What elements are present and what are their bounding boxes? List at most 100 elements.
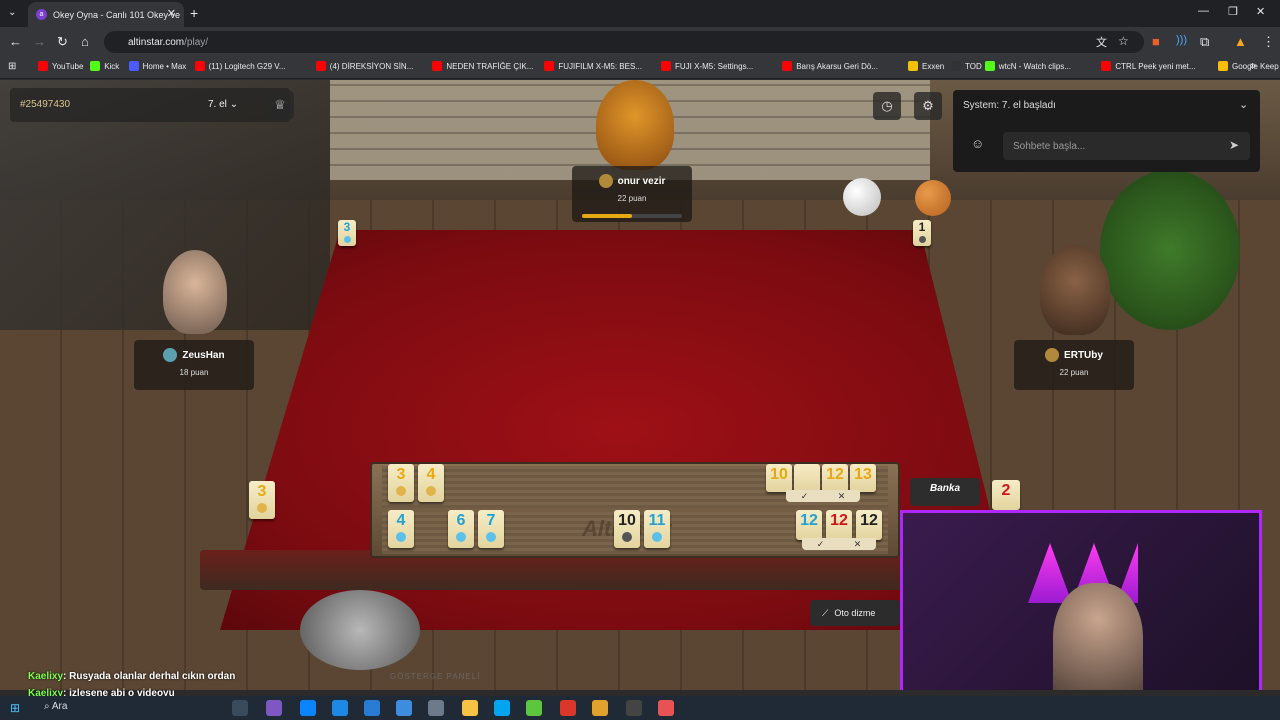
rack-tile[interactable]: 4 xyxy=(388,510,414,548)
reload-icon[interactable]: ↻ xyxy=(57,34,68,50)
settings-gear-icon[interactable]: ⚙ xyxy=(914,92,942,120)
app-icon[interactable] xyxy=(658,700,674,716)
bookmark-star-icon[interactable]: ☆ xyxy=(1118,34,1129,48)
bookmark-favicon-icon xyxy=(908,61,918,71)
profile-icon[interactable]: ▲ xyxy=(1234,34,1247,49)
rack-tile[interactable]: 10 xyxy=(614,510,640,548)
rack-tile[interactable]: 4 xyxy=(418,464,444,502)
avatar-right-player xyxy=(1040,245,1110,335)
discard-tile-top-left[interactable]: 3 xyxy=(338,220,356,246)
bottom-panel-label[interactable]: GÖSTERGE PANELİ xyxy=(390,672,480,681)
rack-tile[interactable]: 12 xyxy=(826,510,852,540)
player-card-left[interactable]: ZeusHan 18 puan xyxy=(134,340,254,390)
basketball-decoration xyxy=(915,180,951,216)
back-icon[interactable]: ← xyxy=(9,34,22,49)
bookmark-item[interactable]: Google Keep xyxy=(1218,61,1279,71)
more-bookmarks-icon[interactable]: » xyxy=(1250,60,1256,72)
restore-icon[interactable]: ❐ xyxy=(1228,5,1238,18)
bookmark-item[interactable]: YouTube xyxy=(38,61,83,71)
chat-collapse-icon[interactable]: ⌄ xyxy=(1239,98,1248,111)
tile-number: 11 xyxy=(648,512,666,529)
rack-tile[interactable]: 3 xyxy=(388,464,414,502)
bookmark-item[interactable]: Exxen xyxy=(908,61,944,71)
audio-extension-icon[interactable]: ))) xyxy=(1176,34,1187,46)
file-explorer-icon[interactable] xyxy=(462,700,478,716)
apps-grid-icon[interactable]: ⊞ xyxy=(8,61,16,72)
rack-tile-joker[interactable] xyxy=(794,464,820,492)
checkmark-icon[interactable]: ✓ xyxy=(801,491,809,502)
app-icon[interactable] xyxy=(428,700,444,716)
chrome-icon[interactable] xyxy=(592,700,608,716)
football-decoration xyxy=(843,178,881,216)
translate-icon[interactable]: 文 xyxy=(1096,34,1107,50)
emoji-icon[interactable]: ☺ xyxy=(971,136,984,151)
tile-number: 10 xyxy=(618,512,636,529)
tile-number: 3 xyxy=(257,483,267,500)
tab-list-icon[interactable]: ⌄ xyxy=(8,7,16,18)
bookmark-item[interactable]: wtcN - Watch clips... xyxy=(984,61,1071,71)
extensions-puzzle-icon[interactable]: ⧉ xyxy=(1200,34,1209,50)
timer-icon[interactable]: ◷ xyxy=(873,92,901,120)
bookmark-item[interactable]: CTRL Peek yeni met... xyxy=(1101,61,1196,71)
group-confirm-bar: ✓ ✕ xyxy=(786,490,860,502)
tile-number: 4 xyxy=(396,512,406,529)
minimize-icon[interactable]: — xyxy=(1198,5,1209,17)
send-icon[interactable]: ➤ xyxy=(1229,138,1239,152)
discard-tile-left[interactable]: 3 xyxy=(249,481,275,519)
trophy-icon[interactable]: ♕ xyxy=(266,91,294,119)
address-bar[interactable]: altinstar.com/play/ xyxy=(104,31,1144,53)
app-icon[interactable] xyxy=(560,700,576,716)
mail-icon[interactable] xyxy=(364,700,380,716)
plant-decoration xyxy=(1100,170,1240,330)
windows-start-icon[interactable]: ⊞ xyxy=(10,701,20,715)
menu-kebab-icon[interactable]: ⋮ xyxy=(1262,34,1275,50)
bookmark-item[interactable]: (11) Logitech G29 V... xyxy=(194,61,286,71)
taskbar-search[interactable]: ⌕ Ara xyxy=(44,701,67,712)
close-icon[interactable]: ✕ xyxy=(838,491,846,502)
close-tab-icon[interactable]: ✕ xyxy=(167,7,176,20)
bookmark-label: Kick xyxy=(104,61,120,71)
store-icon[interactable] xyxy=(332,700,348,716)
rack-tile[interactable]: 11 xyxy=(644,510,670,548)
forward-icon[interactable]: → xyxy=(33,34,46,49)
copilot-icon[interactable] xyxy=(266,700,282,716)
player-card-top[interactable]: onur vezir 22 puan xyxy=(572,166,692,222)
calculator-icon[interactable] xyxy=(396,700,412,716)
bookmark-item[interactable]: NEDEN TRAFİĞE ÇIK... xyxy=(432,61,533,71)
line-icon[interactable] xyxy=(526,700,542,716)
close-window-icon[interactable]: ✕ xyxy=(1256,5,1265,18)
close-icon[interactable]: ✕ xyxy=(854,539,862,550)
bank-button[interactable]: Banka xyxy=(910,478,980,506)
bookmark-item[interactable]: TOD xyxy=(951,61,982,71)
bookmark-item[interactable]: FUJIFILM X-M5: BES... xyxy=(544,61,642,71)
bookmark-item[interactable]: (4) DİREKSİYON SİN... xyxy=(315,61,413,71)
tile-number: 13 xyxy=(854,466,872,483)
auto-arrange-button[interactable]: ⟋ Oto dizme xyxy=(810,600,900,626)
rack-tile[interactable]: 10 xyxy=(766,464,792,492)
rack-tile[interactable]: 7 xyxy=(478,510,504,548)
bookmark-item[interactable]: Barış Akarsu Geri Dö... xyxy=(782,61,878,71)
edge-icon[interactable] xyxy=(300,700,316,716)
discard-tile-top-right[interactable]: 1 xyxy=(913,220,931,246)
bookmark-item[interactable]: FUJI X-M5: Settings... xyxy=(661,61,753,71)
rack-tile[interactable]: 13 xyxy=(850,464,876,492)
rack-tile[interactable]: 12 xyxy=(796,510,822,540)
home-icon[interactable]: ⌂ xyxy=(81,34,89,49)
browser-tab-active[interactable]: a Okey Oyna - Canlı 101 Okey ve ✕ xyxy=(28,2,184,27)
task-view-icon[interactable] xyxy=(232,700,248,716)
obs-icon[interactable] xyxy=(626,700,642,716)
bookmark-item[interactable]: Home • Max xyxy=(128,61,186,71)
rack-tile[interactable]: 6 xyxy=(448,510,474,548)
app-icon[interactable] xyxy=(494,700,510,716)
chat-input[interactable]: Sohbete başla... xyxy=(1003,132,1250,160)
rack-tile[interactable]: 12 xyxy=(856,510,882,540)
player-card-right[interactable]: ERTUby 22 puan xyxy=(1014,340,1134,390)
checkmark-icon[interactable]: ✓ xyxy=(817,539,825,550)
round-select[interactable]: 7. el ⌄ xyxy=(208,99,238,110)
new-tab-icon[interactable]: + xyxy=(190,5,198,21)
rack-tile[interactable]: 12 xyxy=(822,464,848,492)
group-confirm-bar: ✓ ✕ xyxy=(802,538,876,550)
player-name: ERTUby xyxy=(1064,349,1103,361)
extension-icon[interactable]: ■ xyxy=(1152,34,1160,49)
bookmark-item[interactable]: Kick xyxy=(90,61,119,71)
